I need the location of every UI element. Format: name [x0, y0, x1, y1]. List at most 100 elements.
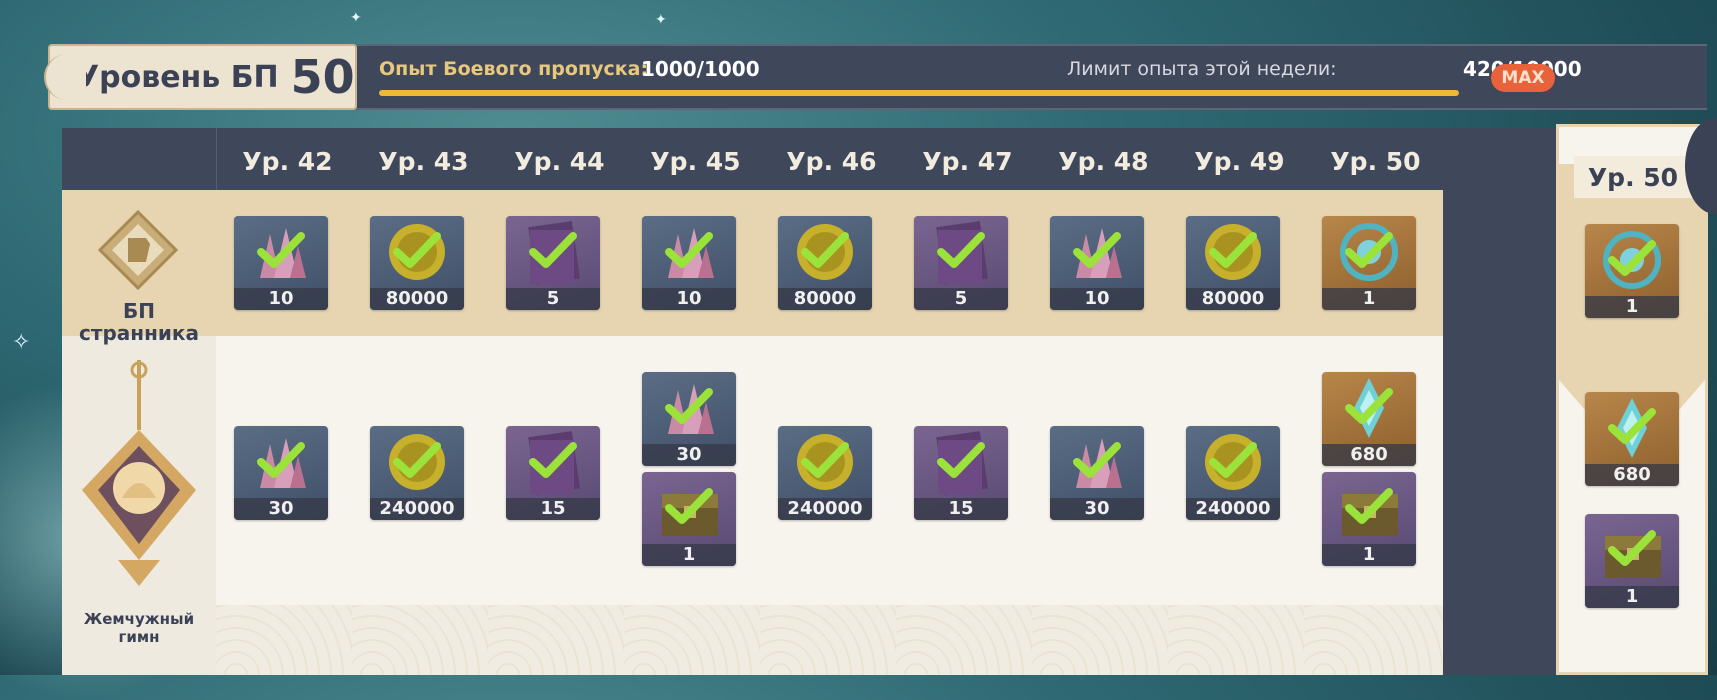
- claimed-check-icon: [257, 442, 305, 478]
- reward-item[interactable]: 5: [506, 216, 600, 310]
- pearl-hymn-pendant-icon: [82, 360, 196, 586]
- reward-count: 10: [234, 288, 328, 310]
- bp-emblem-icon: [98, 210, 178, 290]
- reward-item[interactable]: 1: [1585, 514, 1679, 608]
- reward-item[interactable]: 80000: [370, 216, 464, 310]
- reward-count: 10: [1050, 288, 1144, 310]
- claimed-check-icon: [801, 232, 849, 268]
- reward-count: 1: [1322, 544, 1416, 566]
- reward-item[interactable]: 1: [642, 472, 736, 566]
- free-track-label: БП странника: [79, 299, 199, 345]
- level-column: Ур. 48 10 30: [1032, 128, 1175, 675]
- reward-item[interactable]: 10: [234, 216, 328, 310]
- reward-item[interactable]: 1: [1585, 224, 1679, 318]
- reward-item[interactable]: 240000: [370, 426, 464, 520]
- sparkle-icon: ✦: [350, 10, 362, 26]
- column-footer-pattern: [624, 605, 763, 675]
- reward-item[interactable]: 680: [1585, 392, 1679, 486]
- level-label: Ур. 42: [242, 147, 333, 176]
- claimed-check-icon: [937, 232, 985, 268]
- column-footer-pattern: [1032, 605, 1171, 675]
- reward-count: 1: [1585, 586, 1679, 608]
- reward-item[interactable]: 30: [642, 372, 736, 466]
- claimed-check-icon: [665, 488, 713, 524]
- reward-item[interactable]: 30: [1050, 426, 1144, 520]
- level-label: Ур. 43: [378, 147, 469, 176]
- level-label: Ур. 45: [650, 147, 741, 176]
- claimed-check-icon: [1345, 488, 1393, 524]
- claimed-check-icon: [529, 232, 577, 268]
- reward-item[interactable]: 5: [914, 216, 1008, 310]
- reward-item[interactable]: 80000: [778, 216, 872, 310]
- claimed-check-icon: [1073, 232, 1121, 268]
- reward-item[interactable]: 15: [506, 426, 600, 520]
- reward-item[interactable]: 10: [1050, 216, 1144, 310]
- reward-item[interactable]: 240000: [1186, 426, 1280, 520]
- reward-item[interactable]: 1: [1322, 216, 1416, 310]
- reward-item[interactable]: 30: [234, 426, 328, 520]
- reward-count: 680: [1322, 444, 1416, 466]
- level-column: Ур. 49 80000 240000: [1168, 128, 1311, 675]
- reward-count: 30: [1050, 498, 1144, 520]
- featured-level-label: Ур. 50: [1574, 156, 1692, 198]
- bp-level-badge: Уровень БП 50: [44, 44, 357, 110]
- reward-count: 680: [1585, 464, 1679, 486]
- reward-item[interactable]: 680: [1322, 372, 1416, 466]
- exp-value: 1000/1000: [641, 57, 760, 81]
- reward-count: 80000: [370, 288, 464, 310]
- reward-item[interactable]: 240000: [778, 426, 872, 520]
- reward-item[interactable]: 80000: [1186, 216, 1280, 310]
- column-footer-pattern: [896, 605, 1035, 675]
- level-column: Ур. 46 80000 240000: [760, 128, 903, 675]
- reward-count: 240000: [370, 498, 464, 520]
- claimed-check-icon: [1209, 442, 1257, 478]
- reward-count: 15: [506, 498, 600, 520]
- claimed-check-icon: [937, 442, 985, 478]
- paid-track-name: Жемчужный гимн: [83, 610, 195, 646]
- column-body: 5 15: [488, 190, 627, 675]
- claimed-check-icon: [1608, 530, 1656, 566]
- column-footer-pattern: [216, 605, 355, 675]
- claimed-check-icon: [665, 232, 713, 268]
- level-label: Ур. 47: [922, 147, 1013, 176]
- claimed-check-icon: [1345, 388, 1393, 424]
- reward-count: 1: [1322, 288, 1416, 310]
- reward-count: 80000: [778, 288, 872, 310]
- reward-count: 5: [506, 288, 600, 310]
- claimed-check-icon: [393, 232, 441, 268]
- reward-count: 5: [914, 288, 1008, 310]
- level-label: Ур. 46: [786, 147, 877, 176]
- exp-label: Опыт Боевого пропуска:: [379, 58, 649, 80]
- reward-item[interactable]: 10: [642, 216, 736, 310]
- reward-count: 240000: [778, 498, 872, 520]
- reward-count: 1: [642, 544, 736, 566]
- free-track-panel: БП странника: [62, 190, 216, 344]
- column-footer-pattern: [760, 605, 899, 675]
- sparkle-icon: ✦: [655, 12, 667, 28]
- claimed-check-icon: [529, 442, 577, 478]
- claimed-check-icon: [665, 388, 713, 424]
- column-body: 80000 240000: [1168, 190, 1307, 675]
- level-label: Ур. 48: [1058, 147, 1149, 176]
- column-body: 10 30: [1032, 190, 1171, 675]
- badge-cap: [44, 54, 86, 100]
- level-column: Ур. 44 5 15: [488, 128, 631, 675]
- reward-item[interactable]: 1: [1322, 472, 1416, 566]
- claimed-check-icon: [1608, 240, 1656, 276]
- exp-progress-fill: [379, 90, 1459, 96]
- reward-count: 10: [642, 288, 736, 310]
- column-footer-pattern: [1168, 605, 1307, 675]
- column-footer-pattern: [488, 605, 627, 675]
- bp-level-value: 50: [290, 50, 355, 104]
- featured-level-panel[interactable]: Ур. 50 ✦ 16801: [1556, 124, 1708, 675]
- level-column: Ур. 50 1 680 1: [1304, 128, 1447, 675]
- exp-progress-track: [379, 90, 1459, 96]
- max-badge: MAX: [1491, 64, 1555, 92]
- bp-level-label: Уровень БП: [76, 59, 279, 95]
- reward-item[interactable]: 15: [914, 426, 1008, 520]
- board-corner: [62, 128, 217, 190]
- reward-count: 30: [642, 444, 736, 466]
- column-body: 10 30 1: [624, 190, 763, 675]
- level-label: Ур. 44: [514, 147, 605, 176]
- reward-count: 80000: [1186, 288, 1280, 310]
